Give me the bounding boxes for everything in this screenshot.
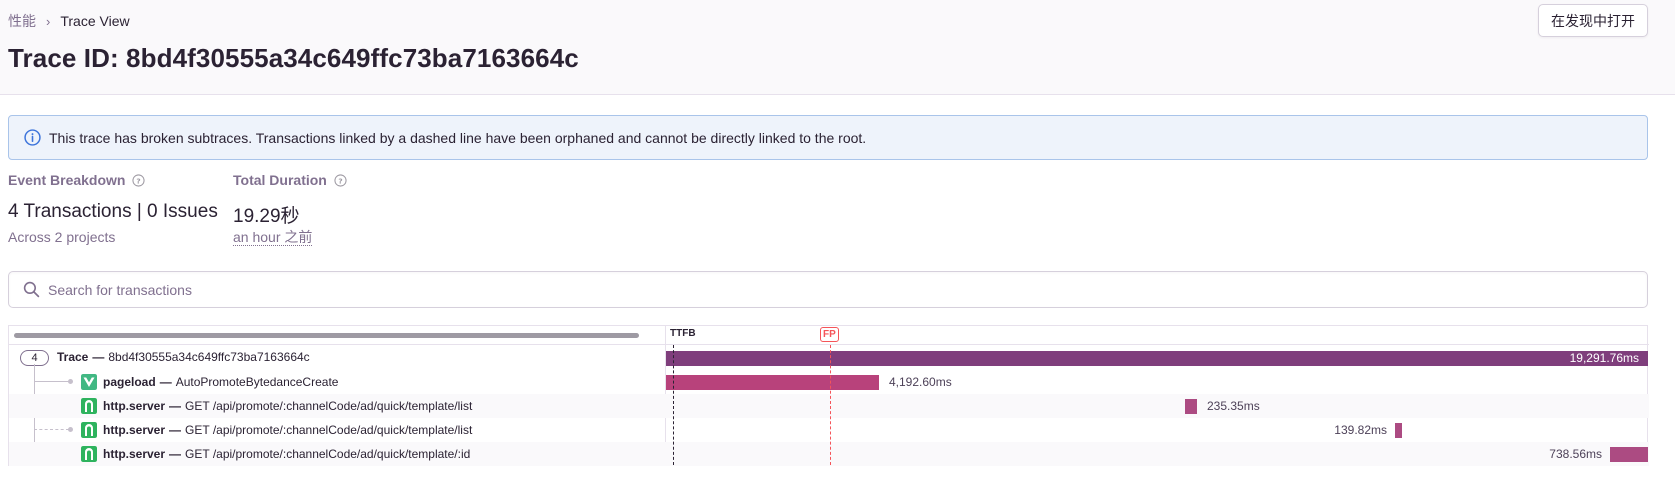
duration-bar[interactable] [1185, 399, 1197, 414]
row-description: GET /api/promote/:channelCode/ad/quick/t… [185, 423, 473, 437]
row-op: http.server [103, 423, 166, 437]
fp-line [830, 345, 831, 465]
trace-root-row[interactable]: 4 Trace — 8bd4f30555a34c649ffc73ba716366… [9, 346, 1649, 370]
duration-bar[interactable] [1395, 423, 1402, 438]
row-op: http.server [103, 399, 166, 413]
page-title: Trace ID: 8bd4f30555a34c649ffc73ba716366… [8, 43, 579, 73]
question-icon[interactable]: ? [334, 173, 347, 187]
total-duration-label: Total Duration ? [233, 172, 347, 188]
transaction-row[interactable]: pageload — AutoPromoteBytedanceCreate 4,… [9, 370, 1649, 394]
python-icon [81, 398, 97, 414]
broken-subtraces-alert: This trace has broken subtraces. Transac… [8, 115, 1648, 160]
chevron-right-icon: › [46, 13, 51, 29]
question-icon[interactable]: ? [132, 173, 146, 187]
row-description: GET /api/promote/:channelCode/ad/quick/t… [185, 447, 471, 461]
python-icon [81, 422, 97, 438]
duration-bar[interactable] [666, 375, 879, 390]
svg-text:?: ? [137, 176, 141, 185]
row-op: pageload [103, 375, 156, 389]
svg-text:?: ? [338, 176, 342, 185]
duration-bar[interactable] [666, 351, 1648, 366]
transaction-search [8, 271, 1648, 308]
transaction-row[interactable]: http.server — GET /api/promote/:channelC… [9, 442, 1649, 466]
total-duration-value: 19.29秒 [233, 206, 300, 227]
info-icon [24, 129, 41, 146]
trace-view: TTFB FP 4 Trace — 8bd4f30555a34c649ffc73… [8, 325, 1649, 466]
duration-label: 235.35ms [1207, 399, 1260, 413]
duration-label: 738.56ms [1549, 447, 1602, 461]
row-description: GET /api/promote/:channelCode/ad/quick/t… [185, 399, 473, 413]
projects-count: Across 2 projects [8, 229, 116, 245]
event-breakdown-value: 4 Transactions | 0 Issues [8, 201, 218, 222]
python-icon [81, 446, 97, 462]
row-description: 8bd4f30555a34c649ffc73ba7163664c [108, 350, 310, 364]
page-header: 性能 › Trace View Trace ID: 8bd4f30555a34c… [0, 0, 1675, 95]
breadcrumb: 性能 › Trace View [8, 11, 130, 31]
search-icon [23, 281, 40, 298]
alert-text: This trace has broken subtraces. Transac… [49, 129, 867, 146]
trace-timestamp: an hour 之前 [233, 229, 313, 246]
transaction-row[interactable]: http.server — GET /api/promote/:channelC… [9, 394, 1649, 418]
ttfb-line [673, 345, 674, 465]
row-description: AutoPromoteBytedanceCreate [175, 375, 339, 389]
duration-label: 19,291.76ms [1569, 351, 1639, 365]
duration-label: 4,192.60ms [889, 375, 952, 389]
duration-label: 139.82ms [1334, 423, 1387, 437]
breadcrumb-current: Trace View [60, 13, 130, 29]
event-breakdown-label: Event Breakdown ? [8, 172, 146, 188]
row-op: http.server [103, 447, 166, 461]
vue-icon [81, 374, 97, 390]
open-in-discover-button[interactable]: 在发现中打开 [1538, 4, 1648, 37]
duration-bar[interactable] [1610, 447, 1648, 462]
ttfb-marker[interactable]: TTFB [668, 327, 698, 340]
transaction-row[interactable]: http.server — GET /api/promote/:channelC… [9, 418, 1649, 442]
breadcrumb-performance-link[interactable]: 性能 [8, 11, 36, 31]
search-input[interactable] [48, 281, 1548, 298]
fp-marker[interactable]: FP [820, 327, 839, 342]
row-op: Trace [57, 350, 89, 364]
minimap-scrollbar[interactable] [14, 333, 639, 338]
